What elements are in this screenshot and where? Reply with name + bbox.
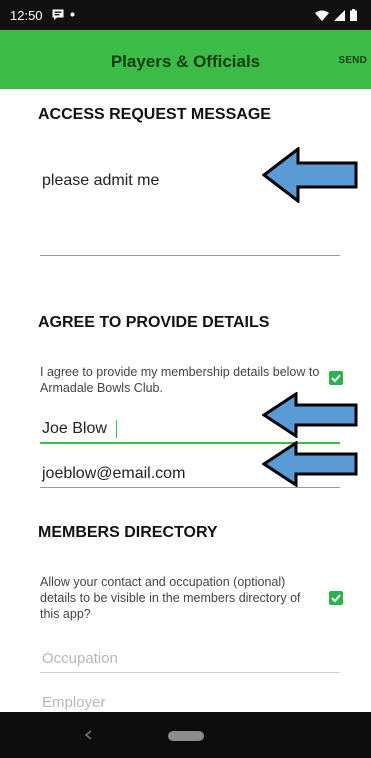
check-icon <box>331 374 341 383</box>
members-directory-heading: MEMBERS DIRECTORY <box>38 524 218 541</box>
dot-icon <box>70 12 75 17</box>
home-pill-icon[interactable] <box>168 731 204 741</box>
app-bar: Players & Officials SEND <box>0 30 371 89</box>
occupation-input-underline <box>40 672 340 673</box>
email-input-underline <box>40 487 340 488</box>
directory-visibility-text: Allow your contact and occupation (optio… <box>40 575 301 621</box>
navigation-bar <box>0 712 371 758</box>
access-message-underline <box>40 255 340 256</box>
send-button[interactable]: SEND <box>338 55 367 66</box>
text-caret <box>116 420 117 438</box>
status-bar: 12:50 <box>0 0 371 30</box>
left-arrow-icon <box>262 392 358 438</box>
access-message-input[interactable]: please admit me <box>42 172 159 190</box>
message-icon <box>52 9 64 20</box>
signal-icon <box>334 9 345 21</box>
left-arrow-icon <box>262 441 358 487</box>
consent-checkbox[interactable] <box>329 371 343 385</box>
agree-heading: AGREE TO PROVIDE DETAILS <box>38 314 270 331</box>
occupation-input[interactable]: Occupation <box>42 650 118 667</box>
status-time: 12:50 <box>10 8 43 23</box>
access-request-heading: ACCESS REQUEST MESSAGE <box>38 106 271 123</box>
back-icon[interactable] <box>84 730 94 740</box>
check-icon <box>331 594 341 603</box>
directory-visibility-checkbox[interactable] <box>329 591 343 605</box>
email-input[interactable]: joeblow@email.com <box>42 465 185 483</box>
battery-icon <box>350 9 357 21</box>
left-arrow-icon <box>262 147 358 203</box>
employer-input[interactable]: Employer <box>42 694 105 711</box>
app-title: Players & Officials <box>110 52 261 71</box>
wifi-icon <box>315 10 329 21</box>
name-input[interactable]: Joe Blow <box>42 420 107 438</box>
